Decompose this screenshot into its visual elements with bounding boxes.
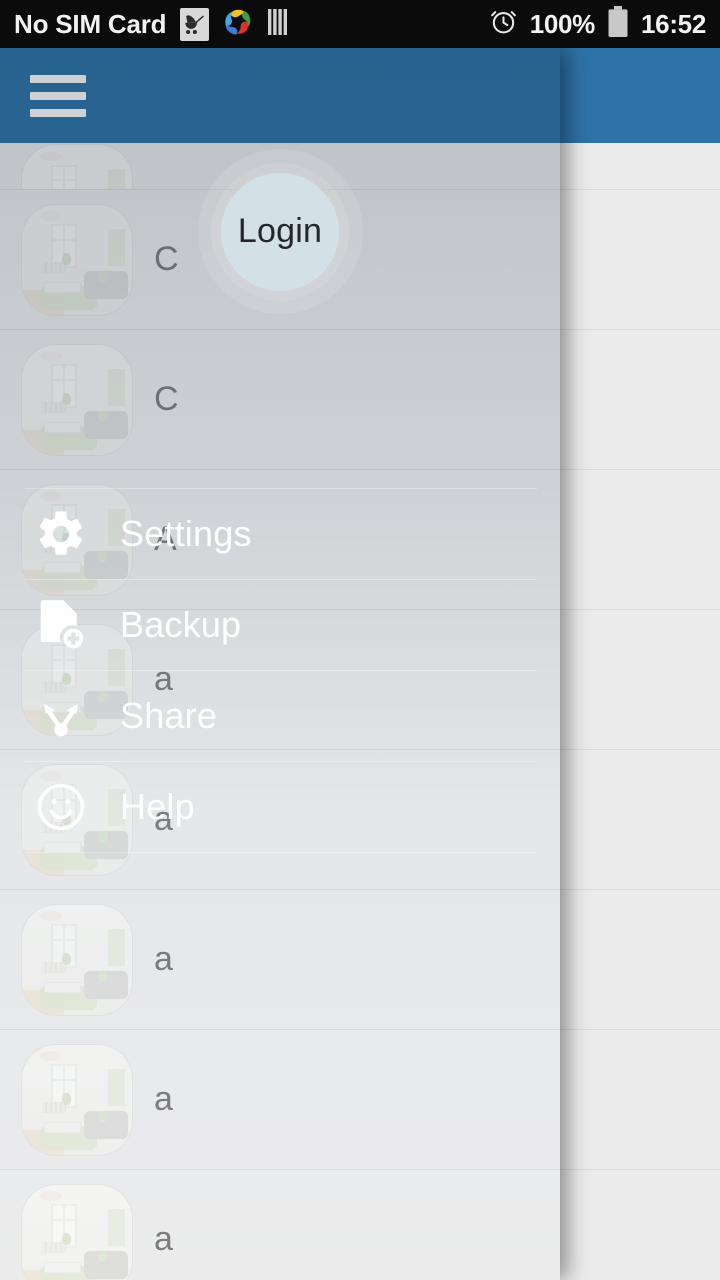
login-area: Login <box>0 149 560 314</box>
login-inner-ring: Login <box>211 162 349 301</box>
status-right-icons: 100% 16:52 <box>489 5 706 43</box>
s-logo-icon <box>223 7 253 42</box>
battery-icon <box>607 5 629 43</box>
login-button[interactable]: Login <box>221 172 339 291</box>
phone-screen: C C <box>0 0 720 1280</box>
menu-item-label: Share <box>120 695 218 736</box>
menu-item-label: Backup <box>120 604 242 645</box>
menu-item-share[interactable]: Share <box>0 671 560 761</box>
barcode-icon <box>267 8 291 41</box>
menu-divider <box>25 852 537 853</box>
menu-item-backup[interactable]: Backup <box>0 580 560 670</box>
menu-item-label: Help <box>120 786 195 827</box>
clock-label: 16:52 <box>641 8 706 39</box>
battery-percent-label: 100% <box>529 8 596 39</box>
menu-item-settings[interactable]: Settings <box>0 489 560 579</box>
carrier-label: No SIM Card <box>14 8 167 39</box>
status-left-icons <box>180 7 291 42</box>
navigation-drawer: Login Settings Backup Share Help <box>0 48 560 1280</box>
alarm-icon <box>489 7 518 41</box>
gear-icon <box>32 505 90 563</box>
menu-item-help[interactable]: Help <box>0 762 560 852</box>
smiley-face-icon <box>32 778 90 836</box>
share-branch-icon <box>32 687 90 745</box>
login-outer-ring: Login <box>197 149 363 314</box>
document-plus-icon <box>32 596 90 654</box>
status-bar: No SIM Card 100% 16:52 <box>0 0 720 48</box>
stroller-icon <box>180 7 210 41</box>
drawer-menu: Settings Backup Share Help <box>0 488 560 853</box>
menu-item-label: Settings <box>120 513 252 554</box>
